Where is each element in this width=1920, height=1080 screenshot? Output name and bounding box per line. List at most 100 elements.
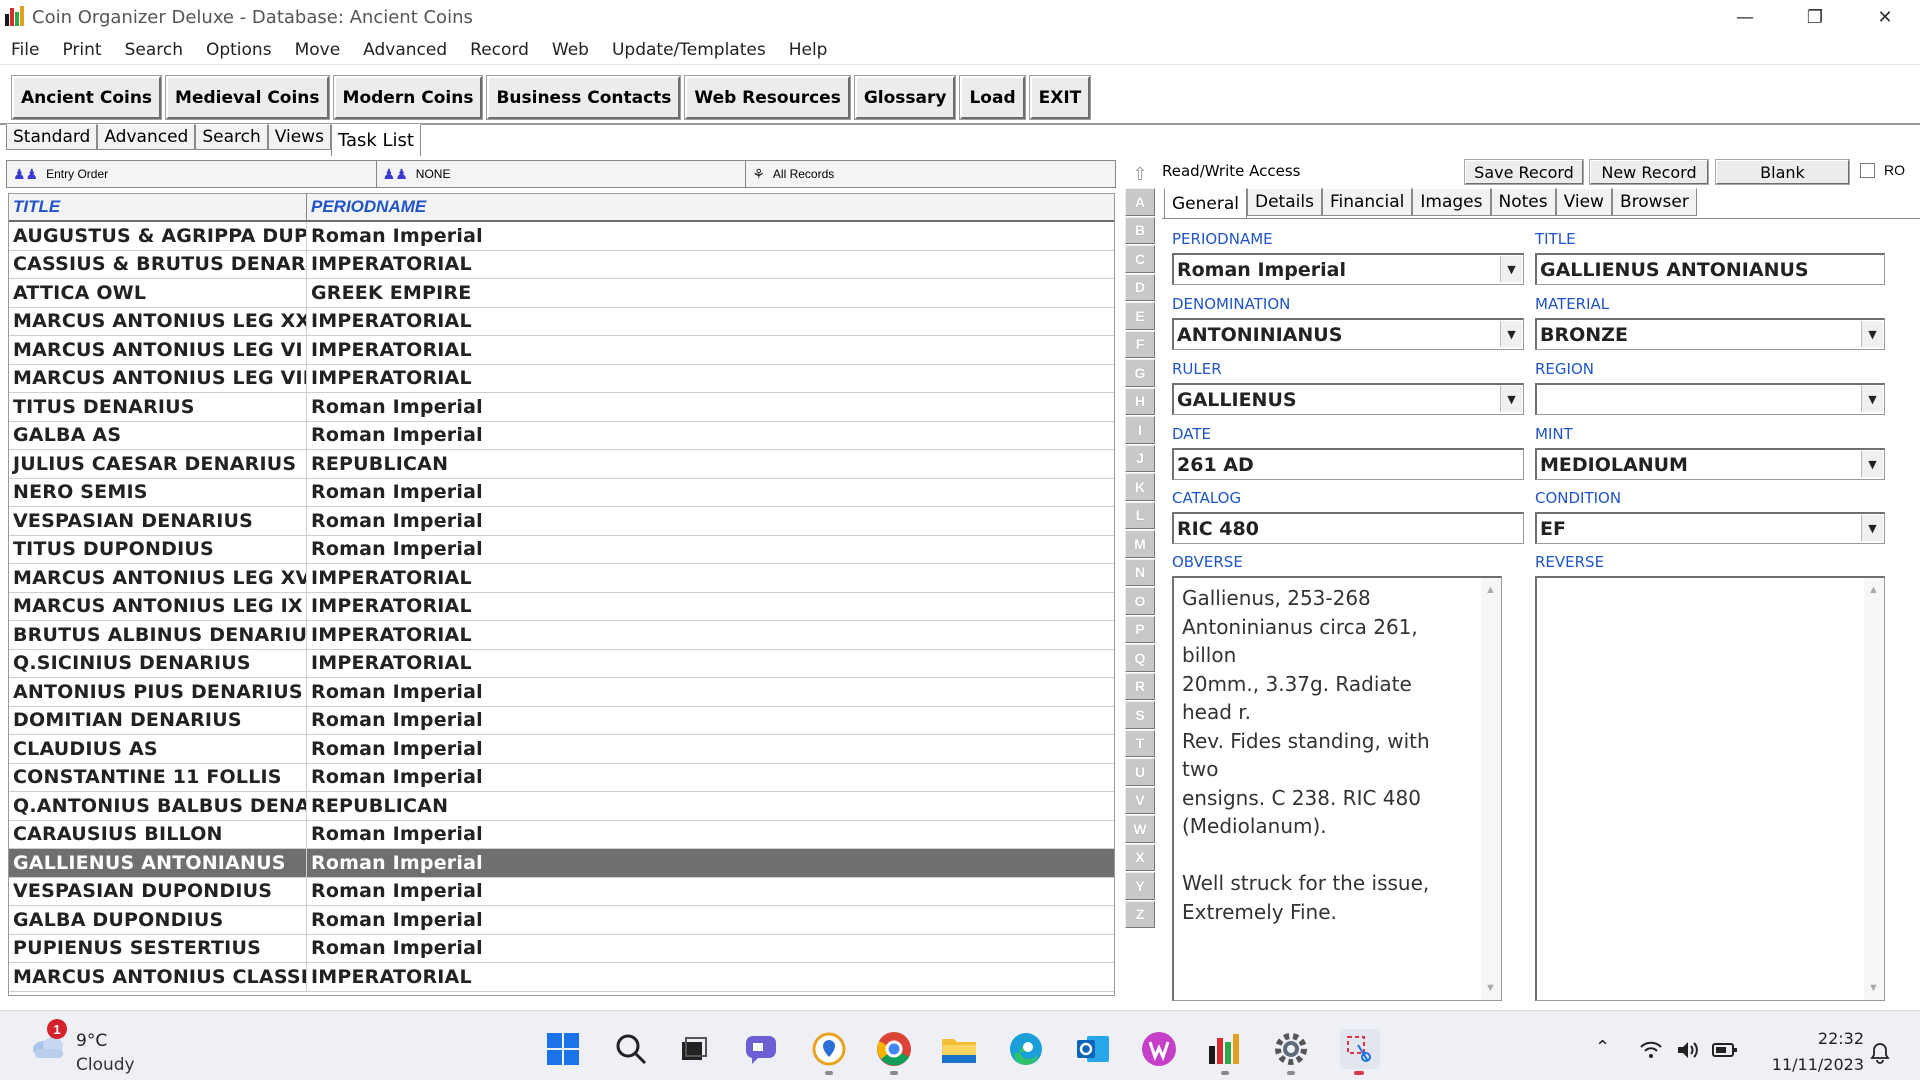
- periodname-cell[interactable]: Roman Imperial: [307, 764, 1114, 792]
- periodname-cell[interactable]: Roman Imperial: [307, 678, 1114, 706]
- alpha-button-x[interactable]: X: [1125, 843, 1155, 871]
- table-row[interactable]: MARCUS ANTONIUS LEG IX IMPERATORIAL: [9, 592, 1114, 621]
- title-cell[interactable]: TITUS DENARIUS: [9, 393, 307, 421]
- menu-update-templates[interactable]: Update/Templates: [601, 40, 778, 60]
- title-cell[interactable]: Q.SICINIUS DENARIUS: [9, 649, 307, 677]
- periodname-cell[interactable]: Roman Imperial: [307, 906, 1114, 934]
- battery-icon[interactable]: [1712, 1042, 1738, 1058]
- table-row[interactable]: NERO SEMIS Roman Imperial: [9, 478, 1114, 507]
- table-row[interactable]: TITUS DUPONDIUS Roman Imperial: [9, 535, 1114, 564]
- periodname-select[interactable]: Roman Imperial ▼: [1172, 253, 1524, 285]
- restore-button[interactable]: ❐: [1780, 0, 1850, 34]
- title-cell[interactable]: VESPASIAN DENARIUS: [9, 507, 307, 535]
- alpha-button-l[interactable]: L: [1125, 501, 1155, 529]
- title-cell[interactable]: PUPIENUS SESTERTIUS: [9, 934, 307, 962]
- ancient-coins-button[interactable]: Ancient Coins: [10, 75, 163, 120]
- blank-button[interactable]: Blank: [1715, 159, 1850, 185]
- table-row[interactable]: GALBA AS Roman Imperial: [9, 421, 1114, 450]
- chevron-down-icon[interactable]: ▼: [1500, 321, 1522, 347]
- menu-record[interactable]: Record: [459, 40, 541, 60]
- title-cell[interactable]: ANTONIUS PIUS DENARIUS: [9, 678, 307, 706]
- title-cell[interactable]: MARCUS ANTONIUS CLASSICAL: [9, 963, 307, 991]
- alpha-button-n[interactable]: N: [1125, 558, 1155, 586]
- tab-search[interactable]: Search: [195, 124, 268, 150]
- alpha-button-g[interactable]: G: [1125, 359, 1155, 387]
- alpha-button-c[interactable]: C: [1125, 245, 1155, 273]
- menu-advanced[interactable]: Advanced: [352, 40, 459, 60]
- periodname-cell[interactable]: Roman Imperial: [307, 222, 1114, 250]
- new-record-button[interactable]: New Record: [1589, 159, 1709, 185]
- table-row[interactable]: Q.ANTONIUS BALBUS DENARIUSREPUBLICAN: [9, 792, 1114, 821]
- notifications-bell-icon[interactable]: [1868, 1041, 1892, 1065]
- settings-gear-icon[interactable]: [1273, 1031, 1309, 1067]
- table-row[interactable]: MARCUS ANTONIUS LEG VII IMPERATORIAL: [9, 364, 1114, 393]
- snipping-tool-icon[interactable]: [1340, 1029, 1380, 1069]
- alpha-button-k[interactable]: K: [1125, 473, 1155, 501]
- title-cell[interactable]: Q.ANTONIUS BALBUS DENARIUS: [9, 792, 307, 820]
- title-cell[interactable]: MARCUS ANTONIUS LEG VII: [9, 364, 307, 392]
- wifi-icon[interactable]: [1640, 1041, 1662, 1059]
- periodname-cell[interactable]: Roman Imperial: [307, 707, 1114, 735]
- tab-financial[interactable]: Financial: [1321, 188, 1413, 216]
- periodname-cell[interactable]: IMPERATORIAL: [307, 308, 1114, 336]
- alpha-button-t[interactable]: T: [1125, 729, 1155, 757]
- periodname-cell[interactable]: IMPERATORIAL: [307, 650, 1114, 678]
- title-cell[interactable]: MARCUS ANTONIUS LEG VI: [9, 336, 307, 364]
- menu-file[interactable]: File: [0, 40, 51, 60]
- weather-condition[interactable]: Cloudy: [76, 1055, 135, 1075]
- title-cell[interactable]: CLAUDIUS AS: [9, 735, 307, 763]
- periodname-cell[interactable]: IMPERATORIAL: [307, 963, 1114, 991]
- ruler-select[interactable]: GALLIENUS ▼: [1172, 383, 1524, 415]
- clock-time[interactable]: 22:32: [1800, 1029, 1864, 1048]
- table-row[interactable]: VESPASIAN DENARIUS Roman Imperial: [9, 507, 1114, 536]
- alpha-button-a[interactable]: A: [1125, 188, 1155, 216]
- catalog-field[interactable]: RIC 480: [1172, 512, 1524, 544]
- title-cell[interactable]: MARCUS ANTONIUS LEG XX111: [9, 307, 307, 335]
- alpha-button-r[interactable]: R: [1125, 672, 1155, 700]
- read-only-checkbox[interactable]: [1860, 163, 1875, 178]
- tab-task-list[interactable]: Task List: [330, 124, 421, 156]
- title-cell[interactable]: CARAUSIUS BILLON: [9, 820, 307, 848]
- periodname-cell[interactable]: Roman Imperial: [307, 735, 1114, 763]
- alpha-button-p[interactable]: P: [1125, 615, 1155, 643]
- glossary-button[interactable]: Glossary: [853, 75, 957, 120]
- business-contacts-button[interactable]: Business Contacts: [486, 75, 682, 120]
- edge-icon[interactable]: [1008, 1031, 1044, 1067]
- title-cell[interactable]: NERO SEMIS: [9, 478, 307, 506]
- title-cell[interactable]: AUGUSTUS & AGRIPPA DUPONDIUS: [9, 222, 307, 250]
- table-row[interactable]: CONSTANTINE 11 FOLLIS Roman Imperial: [9, 763, 1114, 792]
- periodname-cell[interactable]: IMPERATORIAL: [307, 621, 1114, 649]
- date-field[interactable]: 261 AD: [1172, 448, 1524, 480]
- exit-button[interactable]: EXIT: [1028, 75, 1092, 120]
- table-row[interactable]: AUGUSTUS & AGRIPPA DUPONDIUSRoman Imperi…: [9, 222, 1114, 251]
- table-row[interactable]: DOMITIAN DENARIUS Roman Imperial: [9, 706, 1114, 735]
- table-row[interactable]: PUPIENUS SESTERTIUS Roman Imperial: [9, 934, 1114, 963]
- title-cell[interactable]: CONSTANTINE 11 FOLLIS: [9, 763, 307, 791]
- scroll-up-icon[interactable]: ▲: [1868, 584, 1879, 596]
- title-cell[interactable]: BRUTUS ALBINUS DENARIUS: [9, 621, 307, 649]
- title-cell[interactable]: DOMITIAN DENARIUS: [9, 706, 307, 734]
- mint-select[interactable]: MEDIOLANUM ▼: [1535, 448, 1885, 480]
- title-cell[interactable]: VESPASIAN DUPONDIUS: [9, 877, 307, 905]
- chevron-down-icon[interactable]: ▼: [1861, 386, 1883, 412]
- table-row[interactable]: GALLIENUS ANTONIANUS Roman Imperial: [9, 849, 1114, 878]
- menu-help[interactable]: Help: [778, 40, 840, 60]
- obverse-textarea[interactable]: Gallienus, 253-268 Antoninianus circa 26…: [1172, 576, 1502, 1001]
- table-row[interactable]: MARCUS ANTONIUS LEG XX111IMPERATORIAL: [9, 307, 1114, 336]
- search-icon[interactable]: [613, 1031, 649, 1067]
- periodname-cell[interactable]: IMPERATORIAL: [307, 365, 1114, 393]
- table-row[interactable]: ANTONIUS PIUS DENARIUS Roman Imperial: [9, 678, 1114, 707]
- weather-temperature[interactable]: 9°C: [76, 1031, 107, 1051]
- alpha-button-u[interactable]: U: [1125, 758, 1155, 786]
- photo-editor-icon[interactable]: [1141, 1031, 1177, 1067]
- outlook-icon[interactable]: [1075, 1031, 1111, 1067]
- menu-options[interactable]: Options: [195, 40, 284, 60]
- alpha-button-i[interactable]: I: [1125, 416, 1155, 444]
- title-cell[interactable]: ATTICA OWL: [9, 279, 307, 307]
- minimize-button[interactable]: —: [1710, 0, 1780, 34]
- reverse-textarea[interactable]: ▲ ▼: [1535, 576, 1885, 1001]
- title-cell[interactable]: TITUS DUPONDIUS: [9, 535, 307, 563]
- table-row[interactable]: CLAUDIUS AS Roman Imperial: [9, 735, 1114, 764]
- reverse-scrollbar[interactable]: ▲ ▼: [1864, 578, 1884, 1000]
- periodname-cell[interactable]: IMPERATORIAL: [307, 336, 1114, 364]
